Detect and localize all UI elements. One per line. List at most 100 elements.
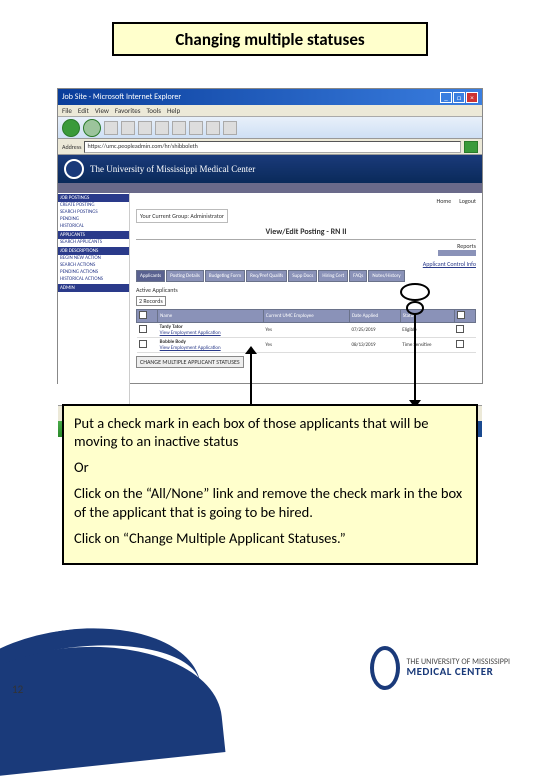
col-checkbox[interactable] [137, 310, 158, 323]
banner-logo-icon [64, 159, 84, 179]
row-checkbox[interactable] [139, 325, 147, 333]
search-icon[interactable] [155, 121, 169, 135]
main-content: Home Logout Your Current Group: Administ… [130, 193, 482, 405]
cell-date: 08/13/2019 [349, 338, 400, 353]
menu-tools[interactable]: Tools [147, 106, 162, 115]
sidebar-item[interactable]: HISTORICAL ACTIONS [58, 276, 129, 283]
instruction-p2: Or [74, 458, 466, 476]
col-sel[interactable] [454, 310, 475, 323]
tab-qualifs[interactable]: Req/Pref Qualifs [246, 270, 287, 282]
footer-logo-icon [370, 646, 400, 690]
instruction-p4: Click on “Change Multiple Applicant Stat… [74, 529, 466, 547]
record-count: 2 Records [136, 296, 166, 306]
current-group: Your Current Group: Administrator [136, 209, 228, 223]
cell-status: Eligible [400, 323, 454, 338]
back-button[interactable] [62, 119, 80, 137]
tab-hiring-cert[interactable]: Hiring Cert [318, 270, 348, 282]
reports-dropdown[interactable] [438, 250, 476, 256]
menu-favorites[interactable]: Favorites [115, 106, 141, 115]
instruction-box: Put a check mark in each box of those ap… [62, 404, 478, 565]
menu-edit[interactable]: Edit [78, 106, 89, 115]
applicant-control-link[interactable]: Applicant Control Info [136, 260, 476, 268]
refresh-icon[interactable] [121, 121, 135, 135]
home-link[interactable]: Home [437, 197, 452, 205]
tab-faqs[interactable]: FAQs [349, 270, 367, 282]
banner-subnav [58, 183, 482, 193]
cell-date: 07/25/2019 [349, 323, 400, 338]
ie-address-bar: Address https://umc.peopleadmin.com/hr/s… [58, 139, 482, 155]
sidebar-item[interactable]: SEARCH POSTINGS [58, 209, 129, 216]
col-date[interactable]: Date Applied [349, 310, 400, 323]
cell-employee: Yes [263, 338, 349, 353]
left-sidebar: JOB POSTINGS CREATE POSTING SEARCH POSTI… [58, 193, 130, 405]
change-statuses-button[interactable]: CHANGE MULTIPLE APPLICANT STATUSES [136, 356, 244, 368]
sidebar-section: ADMIN [58, 284, 129, 292]
reports-label: Reports [457, 242, 476, 250]
sidebar-item[interactable]: SEARCH ACTIONS [58, 262, 129, 269]
page-title: Changing multiple statuses [112, 22, 428, 56]
row-select-checkbox[interactable] [456, 340, 464, 348]
print-icon[interactable] [223, 121, 237, 135]
tab-supp-docs[interactable]: Supp Docs [288, 270, 317, 282]
cell-employee: Yes [263, 323, 349, 338]
col-name[interactable]: Name [158, 310, 264, 323]
menu-help[interactable]: Help [167, 106, 180, 115]
arrowhead-icon [245, 346, 257, 354]
maximize-button[interactable]: □ [453, 92, 465, 103]
annotation-circle-checkbox [406, 301, 424, 315]
sidebar-item[interactable]: HISTORICAL [58, 223, 129, 230]
ie-title-text: Job Site - Microsoft Internet Explorer [62, 92, 181, 102]
applicant-link[interactable]: View Employment Application [160, 330, 221, 336]
sidebar-item[interactable]: BEGIN NEW ACTION [58, 255, 129, 262]
annotation-arrow-left [250, 350, 252, 404]
instruction-p1: Put a check mark in each box of those ap… [74, 414, 466, 450]
history-icon[interactable] [189, 121, 203, 135]
tab-applicants[interactable]: Applicants [136, 270, 165, 282]
tab-notes[interactable]: Notes/History [368, 270, 404, 282]
sidebar-item[interactable]: CREATE POSTING [58, 202, 129, 209]
view-title: View/Edit Posting - RN II [136, 227, 476, 237]
address-input[interactable]: https://umc.peopleadmin.com/hr/shibbolet… [84, 141, 461, 153]
page-title-text: Changing multiple statuses [175, 29, 364, 50]
favorites-icon[interactable] [172, 121, 186, 135]
ie-toolbar [58, 117, 482, 139]
ie-menubar: File Edit View Favorites Tools Help [58, 105, 482, 117]
sidebar-item[interactable]: SEARCH APPLICANTS [58, 239, 129, 246]
forward-button[interactable] [83, 119, 101, 137]
embedded-screenshot: Job Site - Microsoft Internet Explorer _… [57, 88, 483, 384]
row-checkbox[interactable] [139, 340, 147, 348]
minimize-button[interactable]: _ [440, 92, 452, 103]
table-row: Bobble Body View Employment Application … [137, 338, 476, 353]
logout-link[interactable]: Logout [459, 197, 476, 205]
row-select-checkbox[interactable] [456, 325, 464, 333]
site-banner: The University of Mississippi Medical Ce… [58, 155, 482, 183]
home-icon[interactable] [138, 121, 152, 135]
sidebar-item[interactable]: PENDING [58, 216, 129, 223]
close-button[interactable]: × [466, 92, 478, 103]
sidebar-item[interactable]: PENDING ACTIONS [58, 269, 129, 276]
applicant-table: Name Current UMC Employee Date Applied S… [136, 309, 476, 353]
footer-line2: MEDICAL CENTER [406, 665, 493, 678]
ie-titlebar: Job Site - Microsoft Internet Explorer _… [58, 89, 482, 105]
cell-status: Time Sensitive [400, 338, 454, 353]
table-row: Tardy Tator View Employment Application … [137, 323, 476, 338]
stop-icon[interactable] [104, 121, 118, 135]
sidebar-section: JOB DESCRIPTIONS [58, 247, 129, 255]
tab-budgeting[interactable]: Budgeting Form [205, 270, 245, 282]
sidebar-section: JOB POSTINGS [58, 194, 129, 202]
annotation-arrow-vertical [414, 314, 416, 404]
page-number: 12 [12, 683, 23, 696]
banner-title: The University of Mississippi Medical Ce… [90, 164, 255, 174]
go-button[interactable] [464, 141, 478, 153]
mail-icon[interactable] [206, 121, 220, 135]
address-label: Address [62, 143, 81, 151]
applicant-link[interactable]: View Employment Application [160, 345, 221, 351]
menu-view[interactable]: View [95, 106, 109, 115]
instruction-p3: Click on the “All/None” link and remove … [74, 484, 466, 520]
sidebar-section: APPLICANTS [58, 231, 129, 239]
tab-row: Applicants Posting Details Budgeting For… [136, 270, 476, 282]
menu-file[interactable]: File [62, 106, 72, 115]
col-employee[interactable]: Current UMC Employee [263, 310, 349, 323]
footer-logo: THE UNIVERSITY OF MISSISSIPPI MEDICAL CE… [370, 646, 510, 690]
tab-posting-details[interactable]: Posting Details [166, 270, 204, 282]
